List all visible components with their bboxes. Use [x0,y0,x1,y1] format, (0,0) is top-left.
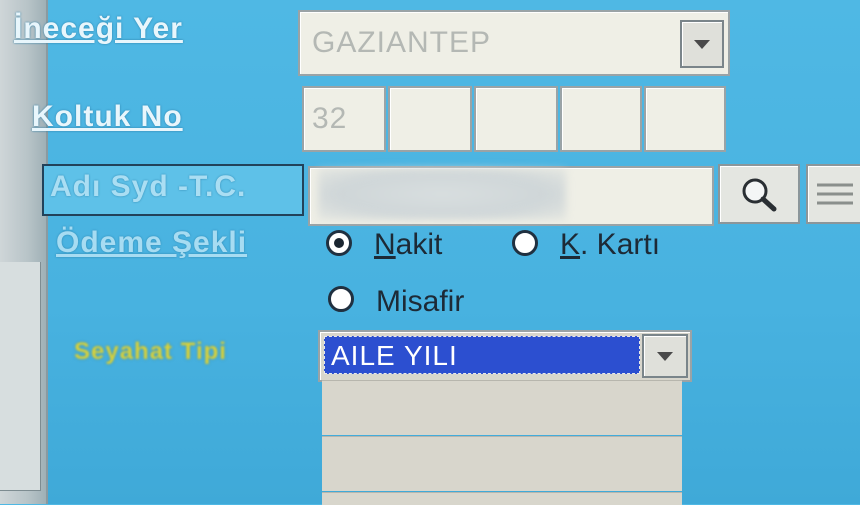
seat-field-5[interactable] [644,86,726,152]
redacted-name-area [318,168,566,220]
chevron-down-icon [657,351,673,361]
grid-cell [0,414,41,453]
kredi-karti-radio[interactable] [512,230,538,256]
seyahat-tipi-label: Seyahat Tipi [74,338,227,365]
list-item[interactable] [322,436,682,491]
grid-cell [0,262,41,301]
kredi-karti-radio-label[interactable]: K. Kartı [560,228,660,262]
inecegi-yer-value: GAZIANTEP [312,26,492,59]
misafir-radio-label[interactable]: Misafir [376,285,464,319]
seyahat-tipi-selected: AILE YILI [324,336,640,374]
list-button[interactable] [806,164,860,224]
koltuk-no-label: Koltuk No [32,100,183,133]
magnifier-icon [742,178,777,212]
left-grid-strip [0,0,48,504]
search-button[interactable] [718,164,800,224]
inecegi-yer-dropdown-button[interactable] [680,20,724,68]
seat-field-1[interactable]: 32 [302,86,386,152]
list-item[interactable] [322,492,682,505]
grid-cell [0,338,41,377]
grid-cell [0,452,41,491]
adi-soyadi-label-box: Adı Syd -T.C. [42,164,304,216]
grid-cell [0,300,41,339]
inecegi-yer-label: İneceği Yer [14,12,183,45]
inecegi-yer-combo[interactable]: GAZIANTEP [298,10,730,76]
seat-field-2[interactable] [388,86,472,152]
list-lines-icon [817,183,853,205]
nakit-radio-label[interactable]: Nakit [374,228,442,262]
nakit-radio[interactable] [326,230,352,256]
list-item[interactable] [322,380,682,435]
odeme-sekli-label: Ödeme Şekli [56,226,248,259]
seat-field-4[interactable] [560,86,642,152]
seat-field-3[interactable] [474,86,558,152]
seat-field-1-value: 32 [312,102,348,135]
adi-soyadi-label: Adı Syd -T.C. [50,170,247,203]
grid-cell [0,376,41,415]
seyahat-tipi-dropdown-button[interactable] [642,334,688,378]
misafir-radio[interactable] [328,286,354,312]
chevron-down-icon [694,39,710,49]
seyahat-tipi-combo[interactable]: AILE YILI [318,330,692,382]
